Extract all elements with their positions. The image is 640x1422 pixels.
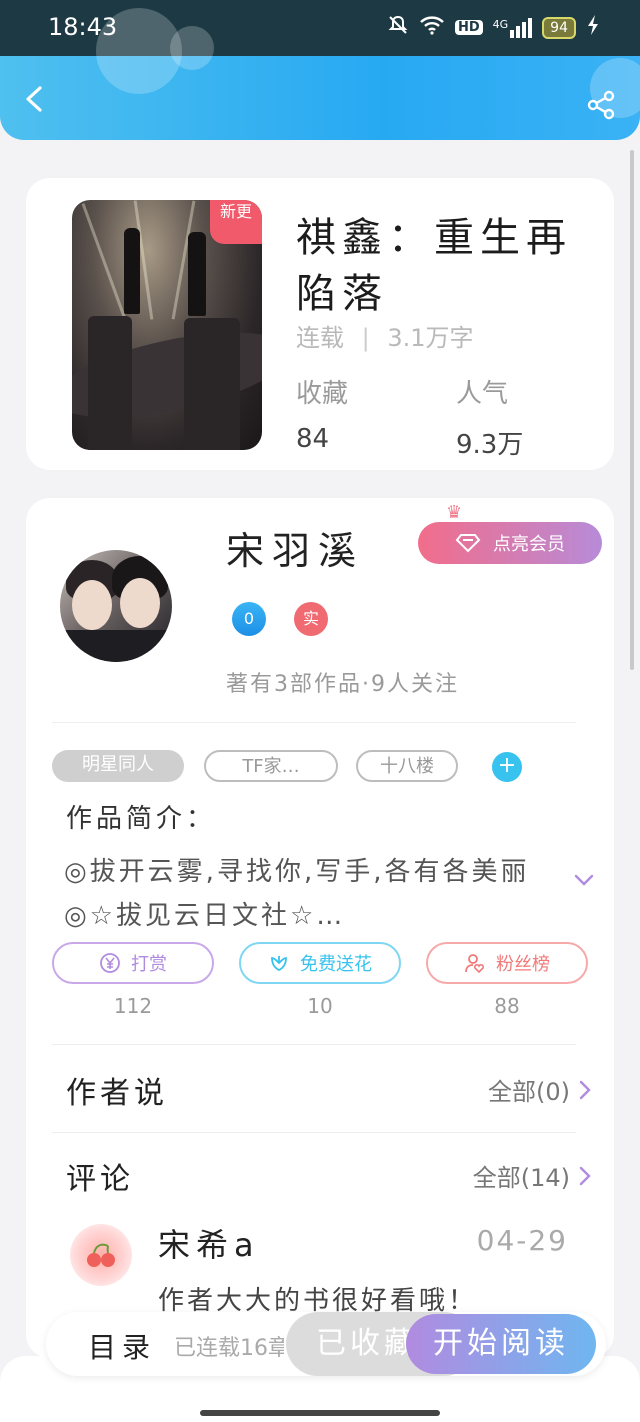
divider bbox=[52, 1044, 576, 1045]
header-bar bbox=[0, 8, 640, 140]
commenter-name[interactable]: 宋希a bbox=[158, 1220, 260, 1266]
home-indicator[interactable] bbox=[200, 1410, 440, 1416]
mute-bell-icon bbox=[387, 14, 409, 41]
tag-item[interactable]: TF家… bbox=[204, 750, 338, 782]
book-word-count: 3.1万字 bbox=[387, 324, 474, 352]
popularity-value: 9.3万 bbox=[456, 430, 524, 460]
fans-rank-label: 粉丝榜 bbox=[496, 954, 550, 975]
network-label: 4G bbox=[492, 17, 509, 31]
intro-text: ◎拔开云雾,寻找你,写手,各有各美丽◎☆拔见云日文社☆… bbox=[64, 857, 530, 931]
avatar-face bbox=[72, 580, 112, 630]
flower-count: 10 bbox=[307, 994, 333, 1018]
divider bbox=[52, 722, 576, 723]
vip-button[interactable]: 点亮会员 bbox=[418, 522, 602, 564]
charging-icon bbox=[586, 14, 600, 41]
cover-figure bbox=[188, 232, 206, 316]
cover-pillar bbox=[184, 318, 240, 450]
bottom-action-bar: 目录 已连载16章 已收藏 开始阅读 bbox=[46, 1312, 606, 1376]
author-says-title: 作者说 bbox=[66, 1076, 168, 1111]
free-flower-label: 免费送花 bbox=[300, 954, 372, 975]
cover-update-badge: 新更 bbox=[210, 200, 262, 244]
add-tag-button[interactable]: + bbox=[492, 752, 522, 782]
divider bbox=[52, 1132, 576, 1133]
comment-date: 04-29 bbox=[476, 1224, 568, 1257]
start-reading-button[interactable]: 开始阅读 bbox=[406, 1314, 596, 1374]
tip-count: 112 bbox=[113, 994, 153, 1018]
comments-title: 评论 bbox=[66, 1162, 134, 1197]
fans-count: 88 bbox=[494, 994, 520, 1018]
decor-bubble bbox=[96, 8, 182, 94]
book-cover[interactable]: 新更 bbox=[72, 200, 262, 450]
cover-light-ray bbox=[81, 203, 126, 317]
book-title: 祺鑫：重生再陷落 bbox=[296, 215, 572, 317]
crown-icon: ♛ bbox=[446, 502, 463, 523]
author-works-line: 著有3部作品·9人关注 bbox=[226, 672, 459, 697]
hd-icon: HD bbox=[454, 20, 483, 35]
avatar-face bbox=[120, 578, 160, 628]
commenter-avatar[interactable] bbox=[70, 1224, 132, 1286]
book-info-card: 新更 祺鑫：重生再陷落 连载 | 3.1万字 收藏 人气 84 9.3万 bbox=[26, 178, 614, 470]
diamond-icon bbox=[455, 534, 481, 553]
chevron-down-icon[interactable] bbox=[572, 868, 596, 892]
meta-divider: | bbox=[361, 324, 370, 352]
cherry-icon bbox=[87, 1243, 115, 1267]
tag-item[interactable]: 十八楼 bbox=[356, 750, 458, 782]
signal-icon: 4G bbox=[492, 17, 533, 38]
yen-coin-icon bbox=[100, 953, 120, 973]
verified-badge-icon: 实 bbox=[294, 602, 328, 636]
user-heart-icon bbox=[465, 954, 485, 974]
fans-rank-button[interactable]: 粉丝榜 bbox=[426, 942, 588, 984]
decor-bubble bbox=[170, 26, 214, 70]
tip-button[interactable]: 打赏 bbox=[52, 942, 214, 984]
cover-figure bbox=[124, 228, 140, 314]
author-says-all-link[interactable]: 全部(0) bbox=[488, 1072, 592, 1107]
back-arrow-icon[interactable] bbox=[22, 86, 48, 112]
avatar-clothes bbox=[60, 630, 172, 662]
author-badge-icon: 0 bbox=[232, 602, 266, 636]
status-icons: HD 4G 94 bbox=[387, 14, 600, 41]
chevron-right-icon bbox=[579, 1166, 591, 1185]
chevron-right-icon bbox=[579, 1080, 591, 1099]
vip-button-label: 点亮会员 bbox=[493, 534, 565, 555]
serial-status: 已连载16章 bbox=[174, 1336, 284, 1361]
book-status: 连载 bbox=[296, 324, 344, 352]
favorites-label: 收藏 bbox=[296, 379, 349, 409]
cover-pillar bbox=[88, 316, 132, 450]
comments-all-link[interactable]: 全部(14) bbox=[473, 1158, 592, 1193]
author-says-all-label: 全部(0) bbox=[488, 1078, 570, 1106]
author-card: 宋羽溪 ♛ 点亮会员 0 实 著有3部作品·9人关注 明星同人 TF家… 十八楼… bbox=[26, 498, 614, 1358]
share-icon[interactable] bbox=[586, 90, 616, 120]
author-avatar[interactable] bbox=[60, 550, 172, 662]
comments-all-label: 全部(14) bbox=[472, 1164, 570, 1192]
tag-item[interactable]: 明星同人 bbox=[52, 750, 184, 782]
intro-label: 作品简介： bbox=[66, 804, 217, 834]
wifi-icon bbox=[419, 15, 445, 40]
tip-label: 打赏 bbox=[131, 954, 167, 975]
toc-button[interactable]: 目录 bbox=[88, 1326, 156, 1366]
scrollbar[interactable] bbox=[630, 150, 634, 670]
popularity-label: 人气 bbox=[456, 379, 509, 409]
battery-icon: 94 bbox=[542, 16, 576, 39]
flower-icon bbox=[271, 956, 287, 972]
book-meta: 连载 | 3.1万字 bbox=[296, 318, 474, 353]
author-name[interactable]: 宋羽溪 bbox=[226, 520, 364, 575]
favorites-value: 84 bbox=[296, 424, 330, 454]
free-flower-button[interactable]: 免费送花 bbox=[239, 942, 401, 984]
